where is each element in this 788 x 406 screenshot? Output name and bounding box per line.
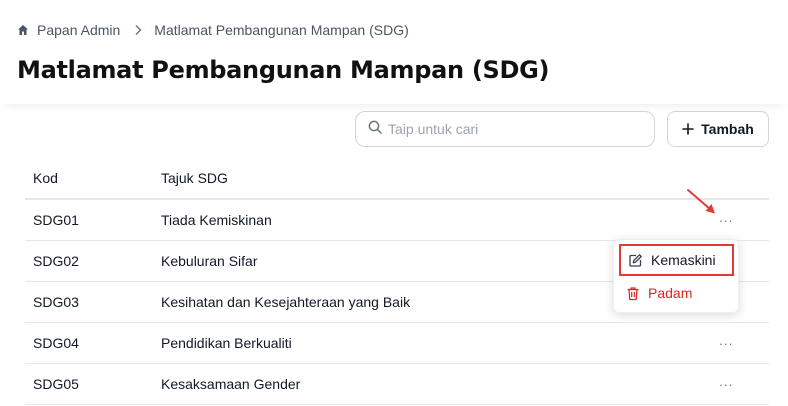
breadcrumb-home-link[interactable]: Papan Admin [37,22,120,38]
page-header: Papan Admin Matlamat Pembangunan Mampan … [0,0,788,104]
table-row: SDG05 Kesaksamaan Gender ··· [25,364,769,405]
search-box[interactable] [355,111,655,147]
cell-kod: SDG05 [33,376,79,392]
table-header: Kod Tajuk SDG [25,158,769,200]
search-input[interactable] [388,121,638,137]
cell-kod: SDG01 [33,212,79,228]
edit-icon [628,253,643,268]
red-arrow-icon [687,189,715,214]
home-icon[interactable] [17,24,29,36]
cell-tajuk: Kesaksamaan Gender [161,376,301,392]
table-row: SDG04 Pendidikan Berkualiti ··· [25,323,769,364]
trash-icon [626,286,640,301]
edit-menu-label: Kemaskini [651,252,716,268]
delete-menu-item[interactable]: Padam [619,277,734,309]
cell-kod: SDG02 [33,253,79,269]
breadcrumb-current: Matlamat Pembangunan Mampan (SDG) [154,22,409,38]
table-row: SDG01 Tiada Kemiskinan ··· [25,200,769,241]
search-icon [368,120,382,139]
add-button[interactable]: Tambah [667,111,769,147]
edit-menu-item[interactable]: Kemaskini [619,244,734,276]
add-button-label: Tambah [701,121,754,137]
column-header-kod: Kod [33,170,58,186]
cell-tajuk: Tiada Kemiskinan [161,212,272,228]
breadcrumb: Papan Admin Matlamat Pembangunan Mampan … [17,22,409,38]
row-actions-button[interactable]: ··· [717,376,735,392]
row-actions-menu: Kemaskini Padam [613,239,739,313]
delete-menu-label: Padam [648,285,693,301]
chevron-right-icon [134,24,142,36]
column-header-tajuk: Tajuk SDG [161,170,228,186]
cell-kod: SDG03 [33,294,79,310]
row-actions-button[interactable]: ··· [717,335,735,351]
plus-icon [682,123,694,135]
cell-kod: SDG04 [33,335,79,351]
cell-tajuk: Pendidikan Berkualiti [161,335,292,351]
page-title: Matlamat Pembangunan Mampan (SDG) [17,56,550,84]
